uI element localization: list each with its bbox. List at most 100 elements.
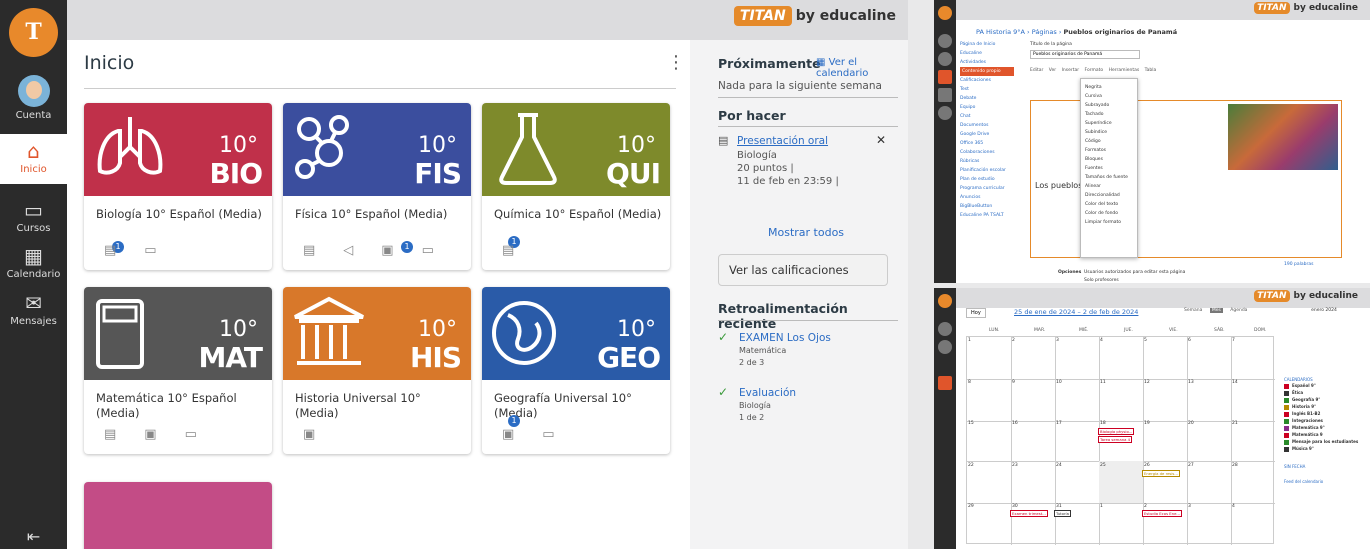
calendar-event[interactable]: Estudia Ecos Ene...: [1142, 510, 1183, 517]
course-card-bio[interactable]: 10° BIO Biología 10° Español (Media) 1 ▤…: [84, 103, 272, 270]
day-number[interactable]: 13: [1188, 380, 1194, 385]
nav-home[interactable]: [938, 52, 952, 66]
discussion-icon[interactable]: ▣: [502, 427, 514, 442]
course-nav-item[interactable]: Educaline: [960, 49, 1014, 58]
day-number[interactable]: 10: [1056, 380, 1062, 385]
discussion-icon[interactable]: ▣: [303, 427, 315, 442]
course-card-mat[interactable]: 10° MAT Matemática 10° Español (Media) ▤…: [84, 287, 272, 454]
options-select[interactable]: Solo profesores: [1084, 278, 1119, 283]
view-agenda[interactable]: Agenda: [1230, 308, 1247, 313]
day-number[interactable]: 25: [1100, 463, 1106, 468]
menu-tools[interactable]: Herramientas: [1109, 68, 1140, 73]
nav-account[interactable]: [938, 322, 952, 336]
day-number[interactable]: 30: [1012, 504, 1018, 509]
format-text-color[interactable]: Color del texto: [1085, 200, 1133, 209]
day-number[interactable]: 15: [968, 421, 974, 426]
format-italic[interactable]: Cursiva: [1085, 92, 1133, 101]
nav-home[interactable]: ⌂ Inicio: [0, 134, 67, 184]
day-number[interactable]: 20: [1188, 421, 1194, 426]
calendar-item[interactable]: Historia 9°: [1284, 403, 1364, 410]
assignments-icon[interactable]: ▤: [303, 243, 315, 258]
nav-messages[interactable]: [938, 106, 952, 120]
nav-calendar[interactable]: [938, 88, 952, 102]
day-number[interactable]: 18: [1100, 421, 1106, 426]
view-week[interactable]: Semana: [1184, 308, 1202, 313]
feedback-item-2-link[interactable]: Evaluación: [739, 387, 796, 399]
feedback-item-1-link[interactable]: EXAMEN Los Ojos: [739, 332, 831, 344]
day-number[interactable]: 31: [1056, 504, 1062, 509]
day-number[interactable]: 8: [968, 380, 971, 385]
day-number[interactable]: 11: [1100, 380, 1106, 385]
titan-logo[interactable]: [938, 6, 952, 20]
day-number[interactable]: 12: [1144, 380, 1150, 385]
nav-calendar[interactable]: [938, 376, 952, 390]
dismiss-icon[interactable]: ✕: [876, 133, 886, 147]
day-number[interactable]: 5: [1144, 338, 1147, 343]
folder-icon[interactable]: ▭: [422, 243, 434, 258]
day-number[interactable]: 1: [968, 338, 971, 343]
course-card-geo[interactable]: 10° GEO Geografía Universal 10° (Media) …: [482, 287, 670, 454]
nav-courses[interactable]: [938, 70, 952, 84]
day-number[interactable]: 3: [1056, 338, 1059, 343]
assignments-icon[interactable]: ▤: [502, 243, 514, 258]
calendar-event[interactable]: Tutoría: [1054, 510, 1071, 517]
calendar-item[interactable]: Ética: [1284, 389, 1364, 396]
course-nav-item[interactable]: Educaline PA TSALT: [960, 211, 1014, 220]
calendar-event[interactable]: Biología physio...: [1098, 428, 1135, 435]
course-nav-item[interactable]: Plan de estudio: [960, 175, 1014, 184]
format-superscript[interactable]: Superíndice: [1085, 119, 1133, 128]
course-nav-item-active[interactable]: Contenido propio: [960, 67, 1014, 76]
titan-logo[interactable]: [938, 294, 952, 308]
titan-logo[interactable]: T: [9, 8, 58, 57]
calendar-event[interactable]: Energía de resis...: [1142, 470, 1181, 477]
course-card-fis[interactable]: 10° FIS Física 10° Español (Media) 1 ▤ ◁…: [283, 103, 471, 270]
day-number[interactable]: 3: [1188, 504, 1191, 509]
calendar-event[interactable]: Tarea semana 4: [1098, 436, 1133, 443]
view-month[interactable]: Mes: [1209, 308, 1223, 313]
nav-calendar[interactable]: ▦ Calendario: [0, 245, 67, 280]
calendar-link[interactable]: ▦ Ver el calendario: [816, 57, 896, 79]
calendar-item[interactable]: Español 9°: [1284, 382, 1364, 389]
folder-icon[interactable]: ▭: [542, 427, 554, 442]
page-title-input[interactable]: Pueblos originarios de Panamá: [1030, 50, 1140, 59]
today-button[interactable]: Hoy: [966, 308, 986, 318]
calendar-event[interactable]: Examen trimest...: [1010, 510, 1048, 517]
todo-item-link[interactable]: Presentación oral: [737, 135, 828, 147]
course-nav-item[interactable]: Página de Inicio: [960, 40, 1014, 49]
course-nav-item[interactable]: Office 365: [960, 139, 1014, 148]
nav-home[interactable]: [938, 340, 952, 354]
discussion-icon[interactable]: ▣: [144, 427, 156, 442]
day-number[interactable]: 2: [1144, 504, 1147, 509]
breadcrumb-course[interactable]: PA Historia 9°A: [976, 28, 1025, 36]
nav-courses[interactable]: ▭ Cursos: [0, 199, 67, 234]
format-clear[interactable]: Limpiar formato: [1085, 218, 1133, 227]
course-nav-item[interactable]: Programa curricular: [960, 184, 1014, 193]
menu-format[interactable]: Formato: [1085, 68, 1104, 73]
discussion-icon[interactable]: ▣: [381, 243, 393, 258]
course-card-qui[interactable]: 10° QUI Química 10° Español (Media) 1 ▤: [482, 103, 670, 270]
calendar-feed-link[interactable]: Feed del calendario: [1284, 479, 1364, 484]
course-nav-item[interactable]: Anuncios: [960, 193, 1014, 202]
format-font-size[interactable]: Tamaños de fuente: [1085, 173, 1133, 182]
format-fonts[interactable]: Fuentes: [1085, 164, 1133, 173]
day-number[interactable]: 4: [1100, 338, 1103, 343]
course-card-partial[interactable]: [84, 482, 272, 549]
card-title[interactable]: Física 10° Español (Media): [295, 207, 465, 222]
day-number[interactable]: 24: [1056, 463, 1062, 468]
course-nav-item[interactable]: Equipo: [960, 103, 1014, 112]
options-kebab-icon[interactable]: ⋮: [667, 52, 685, 73]
day-number[interactable]: 6: [1188, 338, 1191, 343]
course-nav-item[interactable]: Chat: [960, 112, 1014, 121]
day-number[interactable]: 14: [1232, 380, 1238, 385]
day-number[interactable]: 19: [1144, 421, 1150, 426]
day-number[interactable]: 16: [1012, 421, 1018, 426]
format-background-color[interactable]: Color de fondo: [1085, 209, 1133, 218]
day-number[interactable]: 27: [1188, 463, 1194, 468]
course-nav-item[interactable]: Debate: [960, 94, 1014, 103]
day-number[interactable]: 4: [1232, 504, 1235, 509]
format-underline[interactable]: Subrayado: [1085, 101, 1133, 110]
card-title[interactable]: Geografía Universal 10° (Media): [494, 391, 664, 421]
nav-messages[interactable]: ✉ Mensajes: [0, 292, 67, 327]
day-number[interactable]: 22: [968, 463, 974, 468]
course-nav-item[interactable]: Planificación escolar: [960, 166, 1014, 175]
